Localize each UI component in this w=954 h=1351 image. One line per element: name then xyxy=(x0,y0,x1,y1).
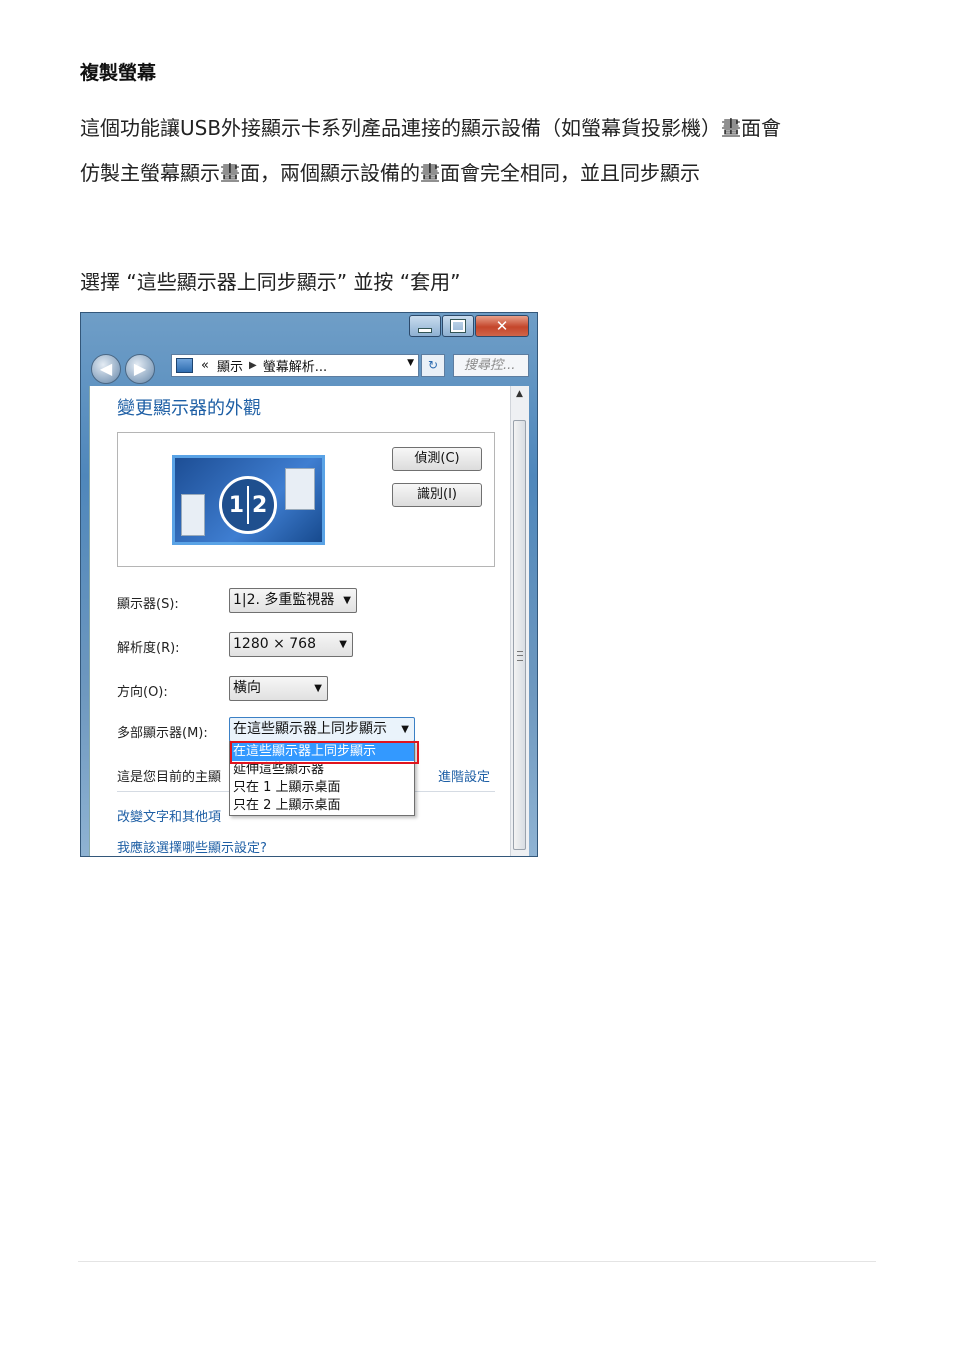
dialog-title: 變更顯示器的外觀 xyxy=(117,398,261,419)
window-thumbnail-right xyxy=(285,468,315,510)
back-button[interactable]: ◀ xyxy=(91,354,121,384)
scrollbar-thumb[interactable] xyxy=(513,420,526,850)
description-line-1: 這個功能讓USB外接顯示卡系列產品連接的顯示設備（如螢幕貨投影機）畫面會 xyxy=(80,116,782,140)
resolution-label: 解析度(R): xyxy=(117,641,180,656)
refresh-icon: ↻ xyxy=(427,358,439,372)
maximize-button[interactable] xyxy=(442,315,474,337)
which-settings-link[interactable]: 我應該選擇哪些顯示設定? xyxy=(117,837,267,856)
refresh-button[interactable]: ↻ xyxy=(421,354,445,377)
close-icon: ✕ xyxy=(495,317,509,335)
footer-divider xyxy=(78,1261,876,1262)
resolution-select-value: 1280 × 768 xyxy=(233,636,316,652)
vertical-scrollbar[interactable]: ▲ xyxy=(510,386,529,856)
screenshot-window: ✕ ◀ ▶ « 顯示 ▶ 螢幕解析... ▼ ↻ 搜尋控... 變更顯示器的外觀… xyxy=(80,312,538,857)
multiple-displays-label: 多部顯示器(M): xyxy=(117,726,208,741)
forward-button[interactable]: ▶ xyxy=(125,354,155,384)
address-overflow[interactable]: « xyxy=(201,358,209,373)
section-heading: 複製螢幕 xyxy=(80,62,157,84)
window-thumbnail-left xyxy=(181,494,205,536)
red-highlight-box xyxy=(230,741,419,764)
identify-button[interactable]: 識別(I) xyxy=(392,483,482,507)
chevron-down-icon: ▼ xyxy=(339,639,347,650)
orientation-select[interactable]: 橫向 ▼ xyxy=(229,676,328,701)
monitor-preview-panel: 1 2 偵測(C) 識別(I) xyxy=(117,432,495,567)
monitor-number-2: 2 xyxy=(252,492,268,518)
primary-display-text: 這是您目前的主顯 xyxy=(117,770,222,785)
close-button[interactable]: ✕ xyxy=(475,315,529,337)
breadcrumb-resolution[interactable]: 螢幕解析... xyxy=(263,356,327,375)
chevron-down-icon: ▼ xyxy=(314,683,322,694)
monitor-number-badge: 1 2 xyxy=(219,476,277,534)
resolution-select[interactable]: 1280 × 768 ▼ xyxy=(229,632,353,657)
back-arrow-icon: ◀ xyxy=(99,359,113,378)
advanced-settings-link[interactable]: 進階設定 xyxy=(438,766,490,785)
navigation-bar: ◀ ▶ « 顯示 ▶ 螢幕解析... ▼ ↻ 搜尋控... xyxy=(81,351,537,385)
control-panel-icon xyxy=(176,358,193,373)
breadcrumb-display[interactable]: 顯示 xyxy=(217,356,243,375)
chevron-down-icon: ▼ xyxy=(401,724,409,735)
window-controls: ✕ xyxy=(408,315,529,337)
monitor-number-1: 1 xyxy=(228,492,244,518)
minimize-icon xyxy=(418,327,432,333)
maximize-icon xyxy=(450,319,466,333)
chevron-down-icon: ▼ xyxy=(343,595,351,606)
minimize-button[interactable] xyxy=(409,315,441,337)
scroll-up-icon[interactable]: ▲ xyxy=(516,389,523,399)
address-dropdown-icon[interactable]: ▼ xyxy=(407,358,414,368)
description-line-2: 仿製主螢幕顯示畫面，兩個顯示設備的畫面會完全相同，並且同步顯示 xyxy=(80,161,700,185)
option-only-1[interactable]: 只在 1 上顯示桌面 xyxy=(230,779,414,797)
monitor-preview[interactable]: 1 2 xyxy=(172,455,325,545)
forward-arrow-icon: ▶ xyxy=(133,359,147,378)
multiple-displays-select[interactable]: 在這些顯示器上同步顯示 ▼ xyxy=(229,717,415,742)
detect-button[interactable]: 偵測(C) xyxy=(392,447,482,471)
grip-icon xyxy=(517,651,523,661)
instruction-text: 選擇 “這些顯示器上同步顯示” 並按 “套用” xyxy=(80,270,461,294)
multiple-displays-select-value: 在這些顯示器上同步顯示 xyxy=(233,721,387,737)
display-label: 顯示器(S): xyxy=(117,597,179,612)
search-input[interactable]: 搜尋控... xyxy=(453,354,529,377)
title-bar: ✕ xyxy=(81,313,537,351)
breadcrumb-separator-icon[interactable]: ▶ xyxy=(249,360,257,371)
display-select[interactable]: 1|2. 多重監視器 ▼ xyxy=(229,588,357,613)
display-select-value: 1|2. 多重監視器 xyxy=(233,592,335,608)
dialog-content: 變更顯示器的外觀 1 2 偵測(C) 識別(I) 顯示器(S): 1|2. 多重… xyxy=(89,386,529,856)
orientation-select-value: 橫向 xyxy=(233,680,261,696)
orientation-label: 方向(O): xyxy=(117,685,168,700)
address-bar[interactable]: « 顯示 ▶ 螢幕解析... ▼ xyxy=(171,354,419,377)
text-size-link[interactable]: 改變文字和其他項 xyxy=(117,806,221,825)
option-only-2[interactable]: 只在 2 上顯示桌面 xyxy=(230,797,414,815)
